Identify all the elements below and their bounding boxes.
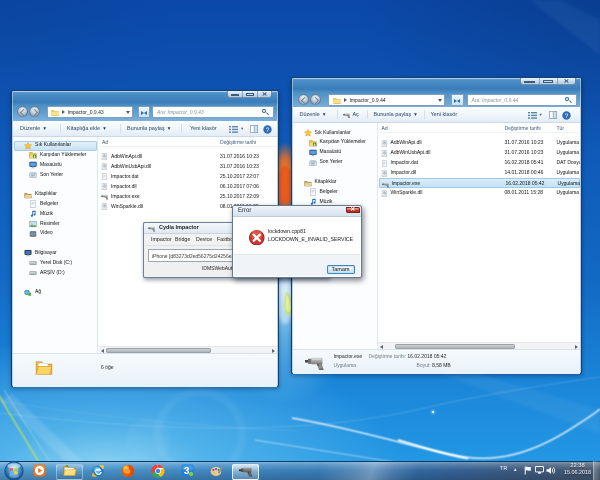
- svg-text:3: 3: [184, 466, 190, 477]
- svg-text:?: ?: [266, 126, 270, 133]
- svg-text:?: ?: [564, 112, 568, 119]
